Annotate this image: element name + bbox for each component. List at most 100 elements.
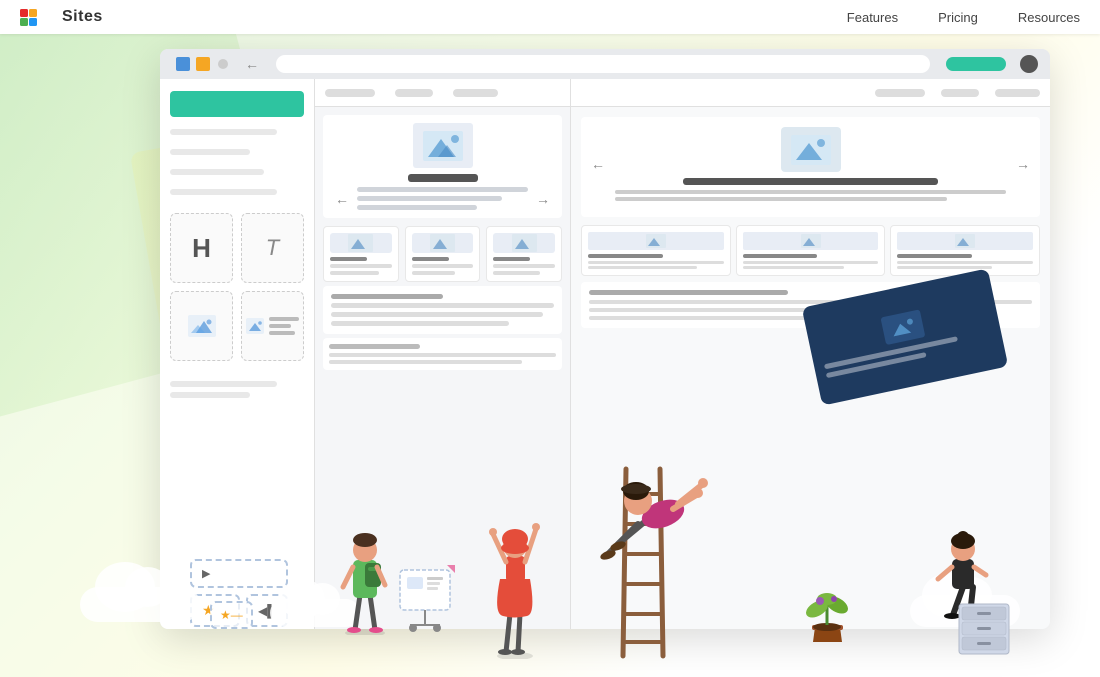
main-slide-line-2 [615, 197, 947, 201]
main-card-1-img [588, 232, 724, 250]
widget-image[interactable] [170, 291, 233, 361]
sidebar-line-4 [170, 189, 277, 195]
text-line-1 [269, 317, 299, 321]
content-lines [331, 294, 554, 326]
main-slide-line-1 [615, 190, 1006, 194]
main-prev-arrow[interactable]: ← [591, 156, 605, 172]
main-slide-image [781, 127, 841, 172]
browser-action-btn[interactable] [946, 57, 1006, 71]
mc3-title [897, 254, 972, 258]
content-title-line [331, 294, 443, 299]
sidebar-line-5 [170, 381, 277, 387]
nav-features[interactable]: Features [847, 10, 898, 25]
main-card-2-img [743, 232, 879, 250]
mc1-l2 [588, 266, 697, 269]
widget-heading[interactable]: H [170, 213, 233, 283]
card-line-title [330, 257, 367, 261]
card-1-text [330, 257, 392, 275]
content-line-3 [331, 321, 509, 326]
image-widget-content [188, 315, 216, 337]
content-line-2 [331, 312, 543, 317]
nav-links: Features Pricing Resources [847, 10, 1080, 25]
card-1-mountain [348, 234, 373, 252]
block2-title [329, 344, 420, 349]
logo: Sites [20, 7, 103, 27]
mc3-l2 [897, 266, 992, 269]
card-1-image [330, 233, 392, 253]
block2-line-1 [329, 353, 556, 357]
center-topbar [315, 79, 570, 107]
browser-bar: ← [160, 49, 1050, 79]
card-2-mountain [430, 234, 455, 252]
sidebar-line-1 [170, 129, 277, 135]
card-2-image [412, 233, 474, 253]
card-3 [486, 226, 562, 282]
browser-address-bar[interactable] [276, 55, 930, 73]
slide-line-3 [357, 205, 477, 210]
person-ladder-figure [598, 459, 718, 589]
mc2-l1 [743, 261, 879, 264]
small-mountain-icon [246, 318, 264, 334]
slide-title [408, 174, 478, 182]
main-card-2 [736, 225, 886, 276]
card2-line-2 [412, 271, 455, 275]
nav-resources[interactable]: Resources [1018, 10, 1080, 25]
plant-decoration [805, 587, 850, 647]
block2-line-2 [329, 360, 522, 364]
card3-line-title [493, 257, 530, 261]
mc2-l2 [743, 266, 845, 269]
text-lines [269, 317, 299, 335]
card2-line-1 [412, 264, 474, 268]
card-line-2 [330, 271, 379, 275]
text-icon: T [266, 235, 279, 261]
main-next-arrow[interactable]: → [1016, 156, 1030, 172]
heading-icon: H [192, 233, 211, 264]
mc3-l1 [897, 261, 1033, 264]
main-pill-2 [941, 89, 979, 97]
nav-pricing[interactable]: Pricing [938, 10, 978, 25]
brand-name: Sites [62, 8, 103, 26]
sidebar-add-button[interactable] [170, 91, 304, 117]
main-pill-1 [875, 89, 925, 97]
navbar: Sites Features Pricing Resources [0, 0, 1100, 34]
main-pill-3 [995, 89, 1040, 97]
mc1-title [588, 254, 663, 258]
browser-square-orange [196, 57, 210, 71]
widget-text[interactable]: T [241, 213, 304, 283]
slide-line-1 [357, 187, 528, 192]
topbar-pill-1 [325, 89, 375, 97]
play-icon: ▶ [202, 567, 210, 580]
main-topbar [571, 79, 1050, 107]
widget-image-text[interactable] [241, 291, 304, 361]
dark-card-image [880, 309, 925, 345]
card-line-1 [330, 264, 392, 268]
text-line-3 [269, 331, 295, 335]
sidebar-line-6 [170, 392, 250, 398]
slide-prev-arrow[interactable]: ← [335, 191, 349, 207]
editor-sidebar: H T [160, 79, 315, 629]
slide-next-arrow[interactable]: → [536, 191, 550, 207]
browser-back-icon[interactable]: ← [244, 56, 260, 72]
card-3-image [493, 233, 555, 253]
card3-line-2 [493, 271, 539, 275]
main-slide-mountain [791, 135, 831, 165]
slide-image [413, 123, 473, 168]
content-block-2 [323, 338, 562, 370]
browser-square-blue [176, 57, 190, 71]
widget-grid: H T [170, 213, 304, 361]
cart-widget [395, 565, 460, 635]
content-line-1 [331, 303, 554, 308]
rating-star-icon: ★— [220, 608, 243, 622]
card-2-text [412, 257, 474, 275]
slideshow-section: ← → [323, 115, 562, 218]
person-backpack-figure [335, 505, 400, 635]
browser-user-icon [1020, 55, 1038, 73]
main-slide-title [683, 178, 937, 185]
main-slideshow: ← [581, 117, 1040, 217]
slide-controls: ← → [331, 187, 554, 210]
main-card-3 [890, 225, 1040, 276]
cards-section [323, 226, 562, 282]
content-section [323, 286, 562, 334]
card-3-text [493, 257, 555, 275]
floor-rating-widget: ★— [210, 601, 253, 629]
